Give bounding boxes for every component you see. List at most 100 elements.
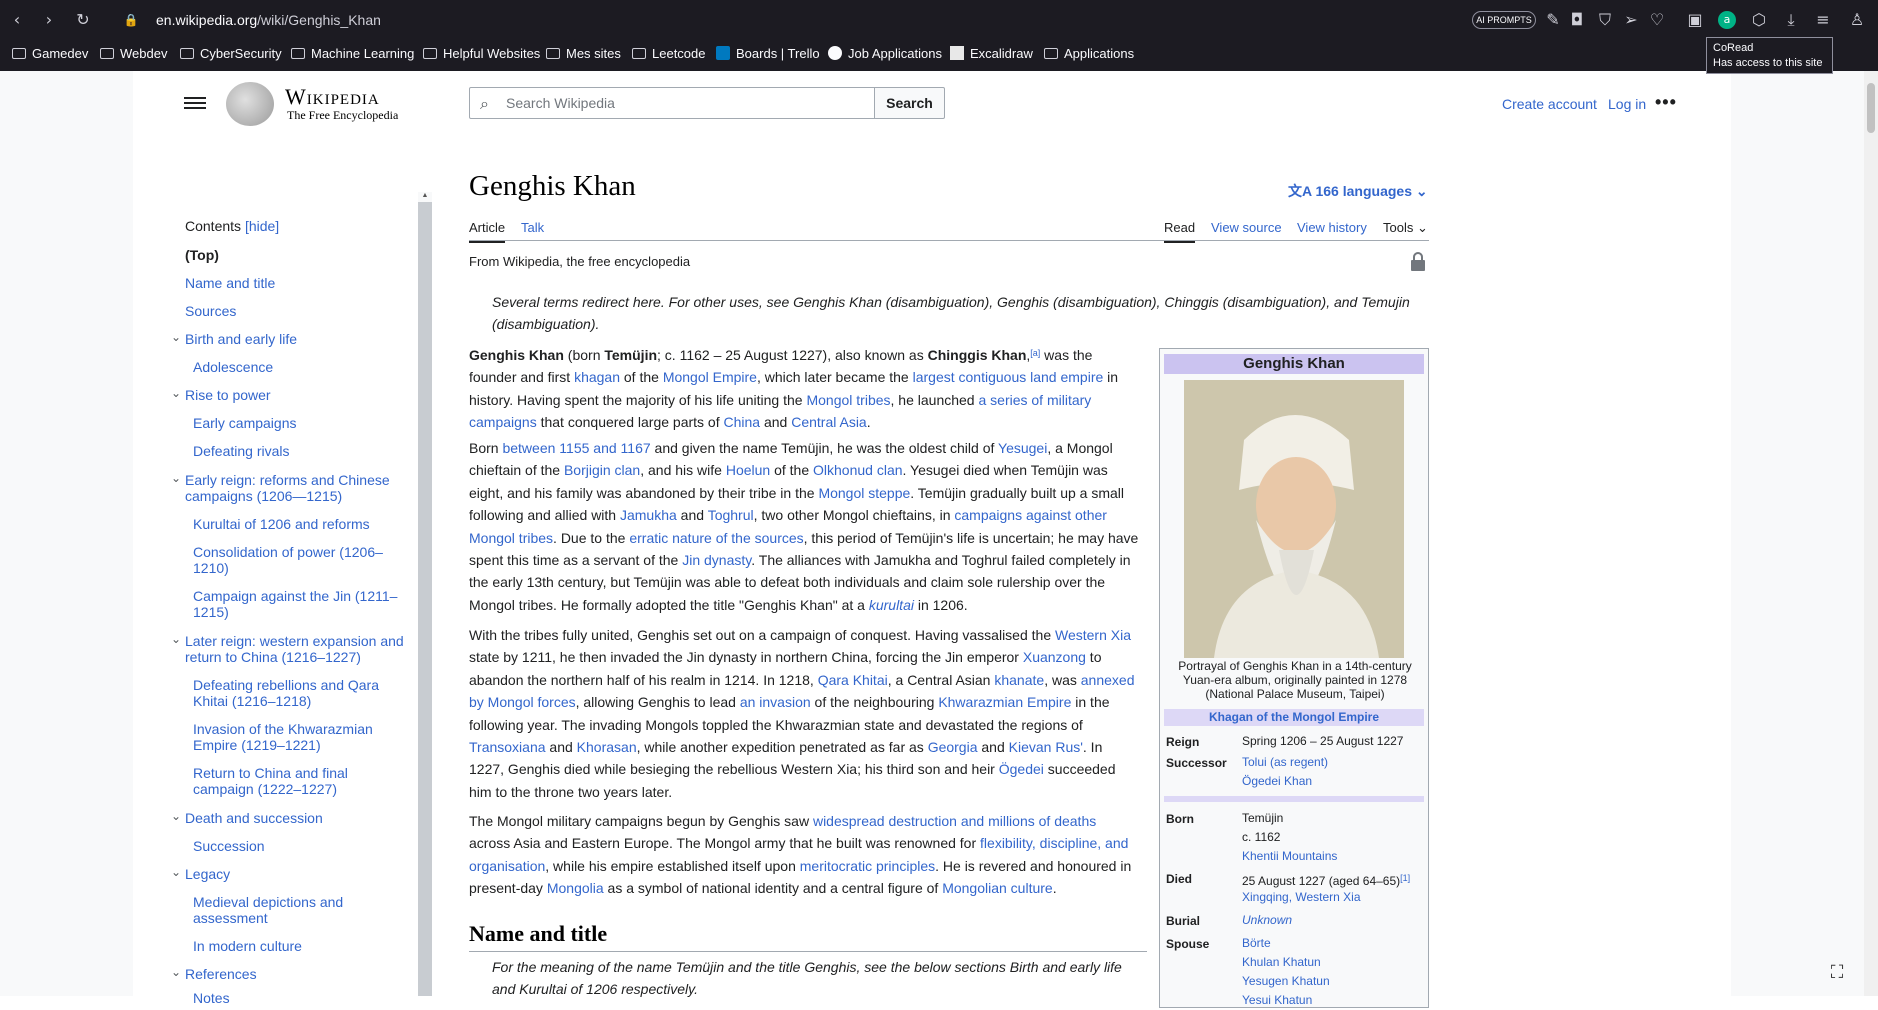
tab-view-history[interactable]: View history (1297, 220, 1367, 235)
wikipedia-wordmark[interactable]: Wikipedia (285, 84, 380, 110)
toc-collapse-icon[interactable]: ⌄ (171, 965, 181, 979)
bookmark-applications[interactable]: Applications (1044, 46, 1134, 61)
toc-item-succession[interactable]: Succession (193, 838, 265, 854)
spouse-value[interactable]: Yesugen Khatun (1242, 972, 1330, 991)
grammarly-icon[interactable]: a (1718, 11, 1736, 29)
search-box[interactable]: ⌕ (469, 87, 875, 119)
folder-icon (632, 48, 646, 59)
toc-collapse-icon[interactable]: ⌄ (171, 865, 181, 879)
coread-extension-icon[interactable]: ▣ (1686, 11, 1704, 29)
successor-value[interactable]: Tolui (as regent) (1242, 753, 1328, 772)
heart-icon[interactable]: ♡ (1648, 11, 1666, 29)
bookmark-cybersecurity[interactable]: CyberSecurity (180, 46, 282, 61)
toc-item-later-reign[interactable]: Later reign: western expansion and retur… (185, 633, 410, 665)
toc-scroll-up-icon[interactable]: ▲ (418, 192, 432, 202)
spouse-value[interactable]: Yesui Khatun (1242, 991, 1312, 1010)
tab-talk[interactable]: Talk (521, 220, 544, 235)
search-input[interactable] (506, 88, 866, 118)
infobox-caption: Portrayal of Genghis Khan in a 14th-cent… (1178, 659, 1412, 701)
toc-item-notes[interactable]: Notes (193, 990, 230, 1006)
languages-label: 166 languages (1315, 183, 1412, 199)
main-menu-icon[interactable] (184, 94, 206, 112)
account-icon[interactable]: ♙ (1848, 11, 1866, 29)
bookmark-job-applications[interactable]: Job Applications (828, 46, 942, 61)
bookmark-leetcode[interactable]: Leetcode (632, 46, 706, 61)
languages-button[interactable]: 文A 166 languages ⌄ (1288, 181, 1428, 201)
toc-item-medieval[interactable]: Medieval depictions and assessment (193, 894, 403, 926)
url-bar[interactable]: en.wikipedia.org/wiki/Genghis_Khan (156, 12, 381, 28)
bookmark-mes-sites[interactable]: Mes sites (546, 46, 621, 61)
bookmark-trello[interactable]: Boards | Trello (716, 46, 820, 61)
toc-item-consolidation[interactable]: Consolidation of power (1206–1210) (193, 544, 403, 576)
burial-value[interactable]: Unknown (1242, 911, 1292, 930)
toc-collapse-icon[interactable]: ⌄ (171, 471, 181, 485)
camera-icon[interactable]: ◘ (1568, 11, 1586, 29)
page-title: Genghis Khan (469, 170, 636, 202)
more-options-icon[interactable]: ••• (1655, 92, 1677, 113)
toc-item-name-and-title[interactable]: Name and title (185, 275, 275, 291)
edit-icon[interactable]: ✎ (1544, 11, 1562, 29)
toc-item-defeating-rebellions[interactable]: Defeating rebellions and Qara Khitai (12… (193, 677, 403, 709)
bookmark-machine-learning[interactable]: Machine Learning (291, 46, 414, 61)
toc-item-death[interactable]: Death and succession (185, 810, 323, 826)
toc-item-kurultai[interactable]: Kurultai of 1206 and reforms (193, 516, 403, 532)
tab-read[interactable]: Read (1164, 220, 1196, 243)
toc-scrollbar[interactable] (418, 192, 432, 996)
infobox-subheader[interactable]: Khagan of the Mongol Empire (1164, 709, 1424, 726)
forward-icon[interactable]: › (40, 11, 58, 29)
toc-item-return-to-china[interactable]: Return to China and final campaign (1222… (193, 765, 403, 797)
toc-item-campaign-jin[interactable]: Campaign against the Jin (1211–1215) (193, 588, 403, 620)
toc-item-top[interactable]: (Top) (185, 247, 219, 263)
bookmark-excalidraw[interactable]: Excalidraw (950, 46, 1033, 61)
spouse-value[interactable]: Börte (1242, 934, 1271, 953)
search-button[interactable]: Search (874, 87, 945, 119)
toc-item-early-reign[interactable]: Early reign: reforms and Chinese campaig… (185, 472, 405, 504)
bookmark-webdev[interactable]: Webdev (100, 46, 167, 61)
toc-item-defeating-rivals[interactable]: Defeating rivals (193, 443, 290, 459)
browser-chrome: ‹ › ↻ 🔒 en.wikipedia.org/wiki/Genghis_Kh… (0, 0, 1878, 71)
ai-prompts-button[interactable]: AI PROMPTS (1472, 11, 1536, 29)
tab-view-source[interactable]: View source (1211, 220, 1282, 235)
toc-item-rise-to-power[interactable]: Rise to power (185, 387, 271, 403)
died-place[interactable]: Xingqing, Western Xia (1242, 888, 1361, 907)
toc-collapse-icon[interactable]: ⌄ (171, 330, 181, 344)
folder-icon (291, 48, 305, 59)
bookmark-label: Leetcode (652, 46, 706, 61)
toc-item-modern-culture[interactable]: In modern culture (193, 938, 302, 954)
toc-item-references[interactable]: References (185, 966, 257, 982)
send-icon[interactable]: ➢ (1622, 11, 1640, 29)
toc-item-legacy[interactable]: Legacy (185, 866, 230, 882)
lock-icon[interactable]: 🔒 (122, 11, 140, 29)
portrait-image[interactable] (1184, 380, 1404, 658)
toc-item-sources[interactable]: Sources (185, 303, 236, 319)
extensions-icon[interactable]: ⬡ (1750, 11, 1768, 29)
toc-hide-link[interactable]: [hide] (245, 218, 279, 234)
toc-collapse-icon[interactable]: ⌄ (171, 386, 181, 400)
reload-icon[interactable]: ↻ (74, 11, 92, 29)
born-place[interactable]: Khentii Mountains (1242, 847, 1337, 866)
successor-value[interactable]: Ögedei Khan (1242, 772, 1312, 791)
create-account-link[interactable]: Create account (1502, 96, 1597, 112)
toc-collapse-icon[interactable]: ⌄ (171, 632, 181, 646)
wikipedia-globe-logo[interactable] (226, 82, 274, 126)
toc-collapse-icon[interactable]: ⌄ (171, 809, 181, 823)
fullscreen-icon[interactable]: ⛶ (1825, 960, 1849, 984)
toc-item-invasion-khwarazmian[interactable]: Invasion of the Khwarazmian Empire (1219… (193, 721, 403, 753)
page-scrollbar[interactable] (1864, 71, 1878, 996)
menu-icon[interactable]: ≡ (1814, 11, 1832, 29)
tools-menu[interactable]: Tools ⌄ (1383, 220, 1428, 236)
bookmark-gamedev[interactable]: Gamedev (12, 46, 88, 61)
downloads-icon[interactable]: ⤓ (1782, 11, 1800, 29)
toc-item-early-campaigns[interactable]: Early campaigns (193, 415, 297, 431)
toc-item-birth[interactable]: Birth and early life (185, 331, 297, 347)
tab-article[interactable]: Article (469, 220, 506, 243)
bookmark-helpful-websites[interactable]: Helpful Websites (423, 46, 540, 61)
back-icon[interactable]: ‹ (8, 11, 26, 29)
page-protection-lock-icon[interactable] (1410, 252, 1426, 272)
login-link[interactable]: Log in (1608, 96, 1646, 112)
shield-icon[interactable]: ⛉ (1596, 11, 1614, 29)
toc-item-adolescence[interactable]: Adolescence (193, 359, 273, 375)
scrollbar-thumb[interactable] (1867, 83, 1875, 133)
spouse-value[interactable]: Khulan Khatun (1242, 953, 1321, 972)
citation-link[interactable]: [1] (1400, 873, 1410, 883)
